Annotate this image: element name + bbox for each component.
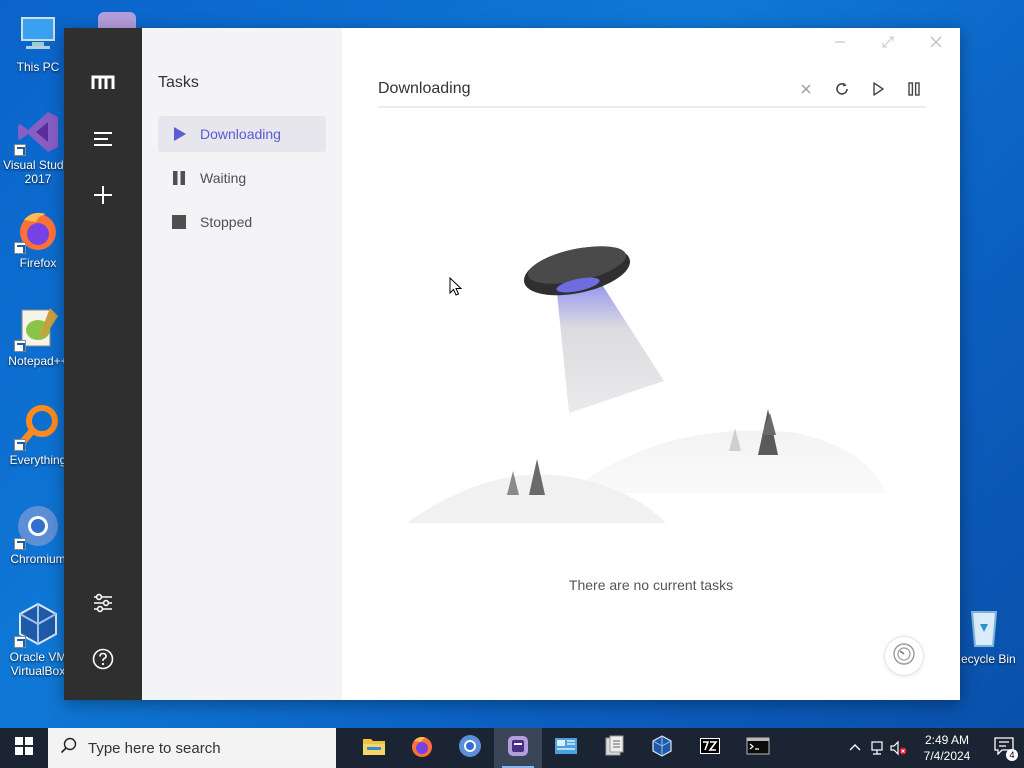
network-icon[interactable] (866, 728, 888, 768)
taskbar: Type here to search 2:49 AM 7/4/2024 4 (0, 728, 1024, 768)
search-icon (60, 737, 88, 759)
main-content: Downloading There are no current tasks (342, 28, 960, 700)
desktop-icon-partial (98, 12, 136, 28)
visual-studio-icon (14, 108, 62, 156)
delete-task-icon[interactable] (794, 77, 818, 101)
terminal-icon (746, 736, 770, 761)
task-item-label: Downloading (200, 126, 281, 142)
menu-icon[interactable] (88, 124, 118, 154)
archive-icon (603, 735, 625, 762)
task-item-downloading[interactable]: Downloading (158, 116, 326, 152)
system-info-icon (554, 736, 578, 761)
notepadpp-icon (14, 304, 62, 352)
shortcut-arrow-icon (14, 538, 26, 550)
chromium-icon (14, 502, 62, 550)
taskbar-search-box[interactable]: Type here to search (48, 728, 336, 768)
start-button[interactable] (0, 728, 48, 768)
windows-logo-icon (15, 736, 33, 760)
add-task-icon[interactable] (88, 180, 118, 210)
taskbar-motrix[interactable] (494, 728, 542, 768)
taskbar-7zip[interactable] (686, 728, 734, 768)
app-window: Tasks Downloading Waiting Stopped Downlo… (64, 28, 960, 700)
chromium-icon (458, 734, 482, 763)
task-item-waiting[interactable]: Waiting (158, 160, 326, 196)
preferences-icon[interactable] (88, 588, 118, 618)
minimize-icon[interactable] (816, 28, 864, 56)
task-panel-title: Tasks (158, 74, 199, 91)
resume-all-icon[interactable] (866, 77, 890, 101)
folder-icon (362, 736, 386, 761)
search-placeholder: Type here to search (88, 739, 221, 757)
virtualbox-icon (651, 734, 673, 762)
system-tray: 2:49 AM 7/4/2024 4 (844, 728, 1024, 768)
mouse-cursor-icon (449, 276, 463, 302)
close-icon[interactable] (912, 28, 960, 56)
taskbar-virtualbox[interactable] (638, 728, 686, 768)
app-rail (64, 28, 142, 700)
firefox-icon (410, 734, 434, 763)
shortcut-arrow-icon (14, 144, 26, 156)
taskbar-apps (350, 728, 782, 768)
maximize-icon[interactable] (864, 28, 912, 56)
shortcut-arrow-icon (14, 439, 26, 451)
task-item-stopped[interactable]: Stopped (158, 204, 326, 240)
firefox-icon (14, 206, 62, 254)
app-logo-icon (88, 68, 118, 98)
taskbar-terminal[interactable] (734, 728, 782, 768)
computer-icon (14, 10, 62, 58)
help-icon[interactable] (88, 644, 118, 674)
chevron-up-icon[interactable] (844, 728, 866, 768)
speedometer-button[interactable] (884, 636, 924, 676)
notification-count-badge: 4 (1006, 749, 1018, 761)
clock-date: 7/4/2024 (923, 749, 971, 763)
motrix-icon (507, 735, 529, 762)
taskbar-chromium[interactable] (446, 728, 494, 768)
shortcut-arrow-icon (14, 636, 26, 648)
main-header: Downloading (378, 72, 926, 108)
task-panel: Tasks Downloading Waiting Stopped (142, 28, 342, 700)
empty-state-message: There are no current tasks (568, 577, 734, 593)
taskbar-archive-tool[interactable] (590, 728, 638, 768)
taskbar-file-explorer[interactable] (350, 728, 398, 768)
everything-search-icon (14, 403, 62, 451)
clock-time: 2:49 AM (924, 733, 970, 747)
pause-icon (172, 171, 186, 185)
task-item-label: Waiting (200, 170, 247, 186)
task-item-label: Stopped (200, 214, 253, 230)
pause-all-icon[interactable] (902, 77, 926, 101)
volume-muted-icon[interactable] (888, 728, 910, 768)
taskbar-firefox[interactable] (398, 728, 446, 768)
taskbar-system-info[interactable] (542, 728, 590, 768)
shortcut-arrow-icon (14, 242, 26, 254)
play-icon (172, 127, 186, 141)
stop-icon (172, 215, 186, 229)
notification-center-button[interactable]: 4 (984, 728, 1024, 768)
taskbar-clock[interactable]: 2:49 AM 7/4/2024 (916, 732, 978, 764)
7zip-icon (699, 735, 721, 762)
virtualbox-icon (14, 600, 62, 648)
speedometer-icon (892, 642, 916, 671)
window-controls (816, 28, 960, 56)
page-title: Downloading (378, 80, 471, 97)
shortcut-arrow-icon (14, 340, 26, 352)
empty-state-illustration (406, 213, 896, 533)
refresh-icon[interactable] (830, 77, 854, 101)
recycle-bin-icon (960, 602, 1008, 650)
header-actions (794, 77, 926, 101)
